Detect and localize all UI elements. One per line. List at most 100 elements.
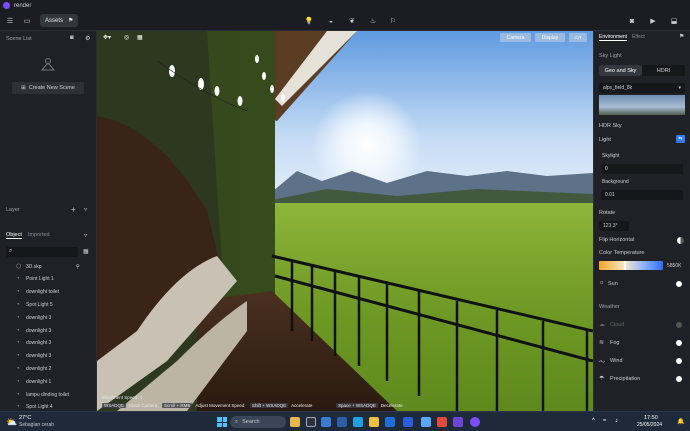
render-active-icon[interactable] xyxy=(470,417,480,427)
bulb-icon: ◔ xyxy=(16,289,20,296)
bulb-icon: ◔ xyxy=(16,327,20,334)
tree-item[interactable]: ◔ downlight 3 xyxy=(16,313,51,322)
create-new-scene-button[interactable]: ⊞ Create New Scene xyxy=(12,82,84,94)
taskbar-app-widget-icon[interactable] xyxy=(290,417,300,427)
color-temperature-thumb[interactable] xyxy=(624,261,626,270)
launcher-icon[interactable] xyxy=(403,417,413,427)
tree-item[interactable]: ◔ lampu dinding toilet xyxy=(16,390,69,399)
background-input[interactable]: 0.01 xyxy=(601,190,683,200)
hint-text: Move Camera xyxy=(129,402,158,408)
tab-imported[interactable]: Imported xyxy=(28,232,50,239)
tree-item-label: 3D.skp xyxy=(26,263,42,270)
file-explorer-icon[interactable] xyxy=(369,417,379,427)
precipitation-toggle[interactable] xyxy=(676,376,682,382)
move-tool-icon[interactable]: ✥▾ xyxy=(103,34,111,41)
tab-environment[interactable]: Environment xyxy=(599,34,628,41)
fire-icon[interactable]: ♨ xyxy=(368,15,378,27)
light-bulb-icon[interactable]: 💡 xyxy=(304,15,314,27)
leaf-icon[interactable]: ❦ xyxy=(347,15,357,27)
material-sphere-icon[interactable]: ◒ xyxy=(326,15,336,27)
weather-sun-icon[interactable]: ⛅ xyxy=(6,417,17,428)
hdri-option[interactable]: HDRI xyxy=(642,65,685,76)
scene-render xyxy=(97,31,593,411)
pin-icon[interactable]: ⚑ xyxy=(679,33,684,40)
light-toggle-button[interactable]: ⇆ xyxy=(676,135,685,143)
geo-sky-option[interactable]: Geo and Sky xyxy=(599,65,642,76)
tree-item-label: downlight 2 xyxy=(26,365,52,372)
scene-options-icon[interactable]: ⚙ xyxy=(85,35,90,42)
tab-effect[interactable]: Effect xyxy=(632,34,645,41)
wind-icon: 〜 xyxy=(599,360,606,366)
object-filter-icon[interactable]: ▿ xyxy=(84,232,87,239)
render-viewport[interactable]: ✥▾ ◎ ▦ Camera Display ▭▾ Movement Speed:… xyxy=(97,31,593,411)
camera-grid-icon[interactable]: ▦ xyxy=(137,34,143,41)
video-icon[interactable]: ▶ xyxy=(648,15,658,27)
volume-icon[interactable]: ♪ xyxy=(615,418,618,424)
tree-item[interactable]: ⬡ 3D.skp ⚲ xyxy=(16,262,80,271)
camera-button[interactable]: Camera xyxy=(500,33,531,42)
layer-filter-icon[interactable]: ▿ xyxy=(84,206,87,213)
background-label: Background xyxy=(602,179,629,185)
word-icon[interactable] xyxy=(337,417,347,427)
tree-item-label: Point Light 1 xyxy=(26,276,54,283)
tray-chevron-icon[interactable]: ^ xyxy=(592,418,595,424)
tree-item[interactable]: ◔ downlight 1 xyxy=(16,377,51,386)
tree-item[interactable]: ◔ downlight 2 xyxy=(16,364,51,373)
tab-object[interactable]: Object xyxy=(6,232,22,239)
export-icon[interactable]: ⬓ xyxy=(669,15,679,27)
user-lock-icon[interactable]: ⚲ xyxy=(76,264,80,270)
edge-icon[interactable] xyxy=(353,417,363,427)
color-temperature-slider[interactable] xyxy=(599,261,663,270)
empty-scene-icon xyxy=(40,57,56,71)
display-button[interactable]: Display xyxy=(535,33,565,42)
menu-icon[interactable]: ☰ xyxy=(5,15,15,27)
taskbar-search-input[interactable]: ⌕ Search xyxy=(230,416,286,428)
bulb-icon: ◔ xyxy=(16,276,20,283)
app-blue-icon[interactable] xyxy=(421,417,431,427)
object-search-input[interactable]: ⌕ xyxy=(6,247,78,257)
chrome-icon[interactable] xyxy=(437,417,447,427)
cloud-toggle[interactable] xyxy=(676,322,682,328)
tree-item[interactable]: ◔ Point Light 1 xyxy=(16,275,54,284)
taskbar-search-placeholder: Search xyxy=(242,419,260,425)
movement-speed-label: Movement Speed: 4 xyxy=(102,395,143,400)
precipitation-label: Precipitation xyxy=(610,376,641,382)
hint-text: Decelerate xyxy=(380,402,403,408)
assets-button[interactable]: Assets ⚑ xyxy=(40,14,78,27)
fog-toggle[interactable] xyxy=(676,340,682,346)
teams-icon[interactable] xyxy=(321,417,331,427)
store-icon[interactable] xyxy=(385,417,395,427)
render-app-icon[interactable] xyxy=(453,417,463,427)
skylight-input[interactable]: 0 xyxy=(601,164,683,174)
hdri-preview[interactable] xyxy=(599,95,685,115)
sun-toggle[interactable] xyxy=(676,281,682,287)
windows-start-icon[interactable] xyxy=(217,417,227,427)
panel-toggle-icon[interactable]: ▭ xyxy=(22,15,32,27)
view-options-button[interactable]: ▭▾ xyxy=(569,33,587,42)
tree-item[interactable]: ◔ downlight 3 xyxy=(16,326,51,335)
wifi-icon[interactable]: ≈ xyxy=(603,418,606,424)
precipitation-icon: ☂ xyxy=(599,376,605,382)
add-layer-icon[interactable]: + xyxy=(71,205,76,214)
task-view-icon[interactable] xyxy=(306,417,316,427)
flag-icon[interactable]: ⚐ xyxy=(388,15,398,27)
tree-item[interactable]: ◔ downlight 3 xyxy=(16,339,51,348)
tree-item[interactable]: ◔ Spot Light 5 xyxy=(16,300,53,309)
notification-bell-icon[interactable]: 🔔 xyxy=(677,418,684,425)
tree-item[interactable]: ◔ downlight 3 xyxy=(16,352,51,361)
sun-label: Sun xyxy=(608,281,618,287)
hdri-select[interactable]: alps_field_8k ▾ xyxy=(599,83,685,93)
rotate-input[interactable]: 123.3° xyxy=(599,221,629,231)
tree-item-label: downlight toilet xyxy=(26,289,60,296)
grid-view-icon[interactable]: ▦ xyxy=(83,248,89,255)
screenshot-camera-icon[interactable]: ◙ xyxy=(627,15,637,27)
tree-item-label: downlight 3 xyxy=(26,314,52,321)
fog-label: Fog xyxy=(610,340,620,346)
skylight-value: 0 xyxy=(605,166,608,172)
hint-item: WSADQE Move Camera xyxy=(102,401,157,409)
add-scene-camera-icon[interactable]: ◙ xyxy=(70,35,74,41)
flip-toggle[interactable] xyxy=(677,237,684,244)
wind-toggle[interactable] xyxy=(676,358,682,364)
tree-item[interactable]: ◔ downlight toilet xyxy=(16,288,59,297)
view-sphere-icon[interactable]: ◎ xyxy=(124,34,129,41)
